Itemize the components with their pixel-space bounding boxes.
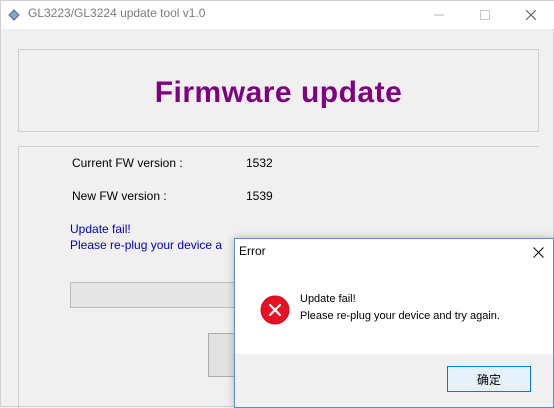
close-button[interactable] (508, 1, 554, 29)
window-title: GL3223/GL3224 update tool v1.0 (28, 6, 206, 20)
dialog-footer: 确定 (235, 354, 553, 407)
dialog-message-line-2: Please re-plug your device and try again… (300, 310, 500, 322)
dialog-message-line-1: Update fail! (300, 293, 356, 305)
header-panel: Firmware update (18, 49, 539, 132)
ok-button[interactable]: 确定 (447, 366, 531, 392)
close-icon (526, 10, 536, 20)
minimize-button[interactable] (416, 1, 462, 29)
error-icon (260, 295, 290, 325)
new-fw-label: New FW version : (72, 189, 167, 203)
minimize-icon (434, 14, 444, 16)
dialog-title: Error (239, 244, 266, 258)
dialog-close-button[interactable] (523, 239, 553, 265)
title-bar[interactable]: GL3223/GL3224 update tool v1.0 (1, 1, 554, 29)
headline: Firmware update (154, 76, 403, 109)
app-window: GL3223/GL3224 update tool v1.0 Firmware … (0, 0, 554, 408)
maximize-icon (480, 10, 490, 20)
close-icon (532, 246, 544, 258)
new-fw-value: 1539 (246, 189, 273, 203)
status-line-1: Update fail! (70, 222, 131, 236)
dialog-body: Update fail! Please re-plug your device … (235, 269, 553, 354)
current-fw-label: Current FW version : (72, 156, 183, 170)
app-icon (8, 9, 20, 21)
status-line-2: Please re-plug your device a (70, 238, 223, 252)
current-fw-value: 1532 (246, 156, 273, 170)
maximize-button[interactable] (462, 1, 508, 29)
error-dialog: Error Update fail! Please re-plug your d… (234, 238, 554, 408)
